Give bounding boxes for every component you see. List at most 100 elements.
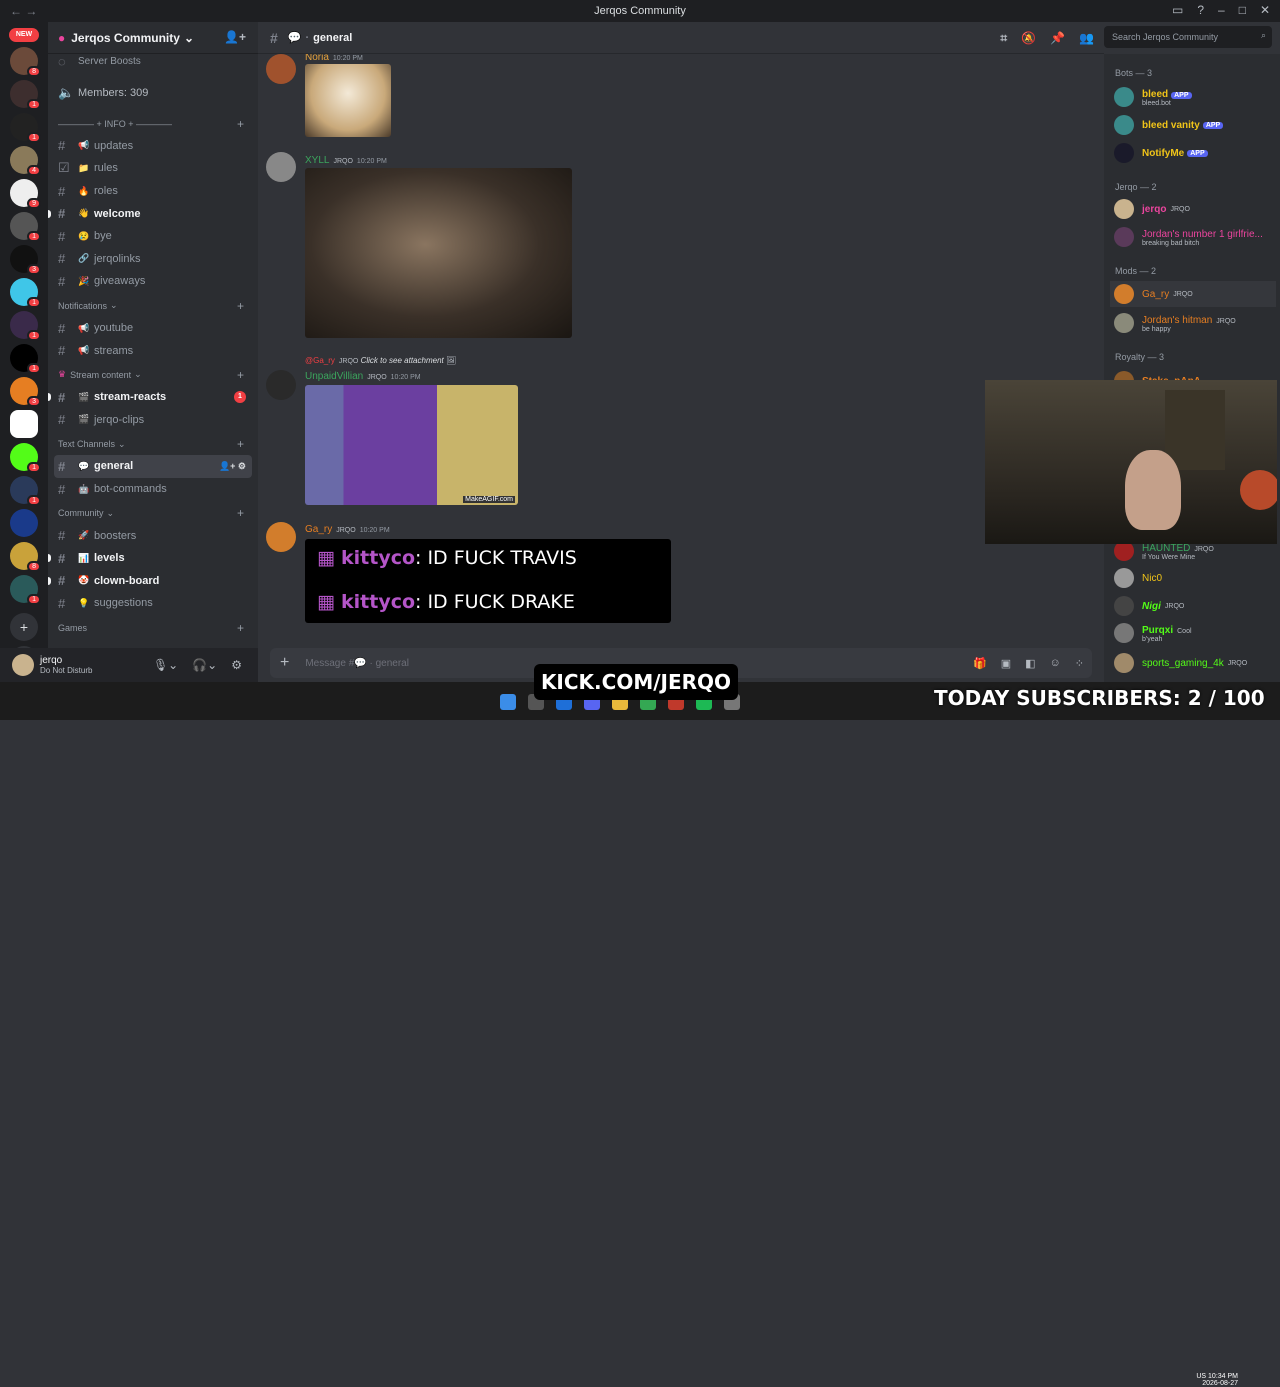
server-icon[interactable]: 9 — [10, 179, 41, 209]
channel-bot-commands[interactable]: # 🤖 bot-commands — [48, 478, 258, 501]
message-author[interactable]: Noria 10:20 PM — [305, 54, 363, 63]
member-purqxi[interactable]: Purqxi Cool b'yeah — [1114, 620, 1274, 646]
avatar[interactable] — [266, 152, 296, 182]
server-icon[interactable]: 1 — [10, 212, 41, 242]
server-icon[interactable] — [10, 509, 38, 537]
gif-icon[interactable]: ▣ — [1001, 657, 1011, 670]
server-icon[interactable]: 3 — [10, 377, 41, 407]
gear-icon[interactable]: ⚙ — [231, 658, 242, 672]
server-icon[interactable]: 1 — [10, 344, 41, 374]
avatar[interactable] — [266, 522, 296, 552]
apps-icon[interactable]: ⁘ — [1075, 657, 1084, 670]
server-icon[interactable]: 4 — [10, 146, 41, 176]
server-icon[interactable]: 3 — [10, 245, 41, 275]
avatar[interactable] — [266, 370, 296, 400]
channel-levels[interactable]: # 📊 levels — [48, 547, 258, 570]
add-server-icon[interactable]: + — [10, 613, 38, 641]
title-bar: ← → Jerqos Community ▭ ? – □ ✕ — [0, 0, 1280, 22]
channel-general[interactable]: # 💬 general 👤+ ⚙ — [54, 455, 252, 478]
channel-welcome[interactable]: # 👋 welcome — [48, 202, 258, 225]
server-header[interactable]: ● Jerqos Community ⌄ 👤+ — [48, 22, 258, 54]
members-count[interactable]: 🔈 Members: 309 — [48, 82, 258, 105]
member-ga-ry[interactable]: Ga_ry JRQO — [1110, 281, 1276, 307]
dog-image[interactable] — [305, 64, 391, 137]
member-list-icon[interactable]: 👥 — [1079, 31, 1094, 46]
notification-bell-icon[interactable]: 🔕 — [1021, 31, 1036, 46]
server-icon[interactable]: 1 — [10, 443, 41, 473]
emoji-icon[interactable]: ☺ — [1050, 657, 1061, 670]
header-tools: ⌗ 🔕 📌 👥 — [1000, 31, 1094, 46]
channel-updates[interactable]: # 📢 updates — [48, 135, 258, 158]
system-clock[interactable]: US 10:34 PM 2026-08-27 — [1196, 1373, 1238, 1387]
new-badge[interactable]: NEW — [9, 28, 39, 42]
channel-boosters[interactable]: # 🚀 boosters — [48, 524, 258, 547]
server-icon[interactable]: 1 — [10, 113, 41, 143]
headphones-icon[interactable]: 🎧⌄ — [192, 658, 217, 672]
member-jordans-hitman[interactable]: Jordan's hitman JRQO be happy — [1114, 310, 1274, 336]
category-stream-content[interactable]: ♛ Stream content ⌄ + — [48, 364, 258, 386]
server-icon[interactable]: 8 — [10, 47, 41, 77]
gift-icon[interactable]: 🎁 — [973, 657, 987, 670]
message-author[interactable]: XYLL JRQO 10:20 PM — [305, 155, 387, 166]
member-jordans-number-1[interactable]: Jordan's number 1 girlfrie... breaking ba… — [1114, 224, 1274, 250]
message-author[interactable]: UnpaidVillian JRQO 10:20 PM — [305, 371, 421, 382]
close-button[interactable]: ✕ — [1260, 3, 1270, 17]
member-nigi[interactable]: Nigi JRQO — [1114, 593, 1274, 619]
channel-jerqolinks[interactable]: # 🔗 jerqolinks — [48, 248, 258, 271]
member-nic0[interactable]: Nic0 — [1114, 565, 1274, 591]
search-input[interactable]: Search Jerqos Community ⌕ — [1104, 26, 1272, 48]
chevron-down-icon: ⌄ — [183, 30, 194, 45]
server-icon[interactable]: 8 — [10, 542, 41, 572]
avatar[interactable] — [266, 54, 296, 84]
screenshot-line: ▦ kittyco: ID FUCK DRAKE — [317, 591, 575, 613]
user-panel: jerqo Do Not Disturb 🎙⌄ 🎧⌄ ⚙ — [0, 648, 258, 682]
category-games[interactable]: Games + — [48, 617, 258, 639]
channel-stream-reacts[interactable]: # 🎬 stream-reacts 1 — [48, 386, 258, 409]
gif-image[interactable]: MakeAGIF.com — [305, 385, 518, 505]
server-boosts[interactable]: ◌ Server Boosts — [48, 54, 258, 69]
microphone-icon[interactable]: 🎙⌄ — [153, 658, 178, 672]
category-community[interactable]: Community ⌄ + — [48, 502, 258, 524]
user-status: Do Not Disturb — [40, 666, 93, 675]
avatar[interactable] — [12, 654, 34, 676]
channel-clown-board[interactable]: # 🤡 clown-board — [48, 570, 258, 593]
maximize-button[interactable]: □ — [1239, 3, 1246, 17]
sticker-icon[interactable]: ◧ — [1025, 657, 1035, 670]
channel-jerqo-clips[interactable]: # 🎬 jerqo-clips — [48, 409, 258, 432]
member-bleed-vanity[interactable]: bleed vanity APP — [1114, 112, 1274, 138]
category-info[interactable]: ———— + INFO + ———— + — [48, 113, 258, 135]
member-sports-gaming[interactable]: sports_gaming_4k JRQO — [1114, 650, 1274, 676]
chat-screenshot-image[interactable]: ▦ kittyco: ID FUCK TRAVIS ▦ kittyco: ID … — [305, 539, 671, 623]
category-text-channels[interactable]: Text Channels ⌄ + — [48, 433, 258, 455]
threads-icon[interactable]: ⌗ — [1000, 31, 1007, 46]
pin-icon[interactable]: 📌 — [1050, 31, 1065, 46]
channel-streams[interactable]: # 📢 streams — [48, 339, 258, 362]
member-list: Bots — 3 bleed APP bleed.bot bleed vanity A… — [1104, 54, 1280, 682]
windows-start-icon[interactable] — [500, 694, 516, 710]
gif-image[interactable] — [305, 168, 572, 338]
server-icon[interactable]: 1 — [10, 311, 41, 341]
channel-youtube[interactable]: # 📢 youtube — [48, 317, 258, 340]
channel-bye[interactable]: # 😢 bye — [48, 225, 258, 248]
member-notifyme[interactable]: NotifyMe APP — [1114, 140, 1274, 166]
reply-preview[interactable]: @Ga_ry JRQO Click to see attachment 🖼 — [305, 356, 456, 365]
server-icon-jerqos[interactable] — [10, 410, 38, 438]
message-author[interactable]: Ga_ry JRQO 10:20 PM — [305, 524, 390, 535]
member-bleed[interactable]: bleed APP bleed.bot — [1114, 84, 1274, 110]
help-icon[interactable]: ? — [1197, 3, 1204, 17]
channel-suggestions[interactable]: # 💡 suggestions — [48, 592, 258, 615]
inbox-icon[interactable]: ▭ — [1172, 3, 1183, 17]
channel-roles[interactable]: # 🔥 roles — [48, 180, 258, 203]
member-jerqo[interactable]: jerqo JRQO — [1114, 196, 1274, 222]
server-icon[interactable]: 1 — [10, 575, 41, 605]
server-icon[interactable]: 1 — [10, 278, 41, 308]
category-notifications[interactable]: Notifications ⌄ + — [48, 295, 258, 317]
channel-rules[interactable]: ☑ 📁 rules — [48, 157, 258, 180]
server-icon[interactable]: 1 — [10, 80, 41, 110]
attach-plus-icon[interactable]: + — [280, 654, 289, 672]
minimize-button[interactable]: – — [1218, 3, 1225, 17]
server-icon[interactable]: 1 — [10, 476, 41, 506]
invite-icon[interactable]: 👤+ — [224, 30, 246, 44]
subscriber-goal-overlay: TODAY SUBSCRIBERS: 2 / 100 — [934, 686, 1265, 710]
channel-giveaways[interactable]: # 🎉 giveaways — [48, 270, 258, 293]
